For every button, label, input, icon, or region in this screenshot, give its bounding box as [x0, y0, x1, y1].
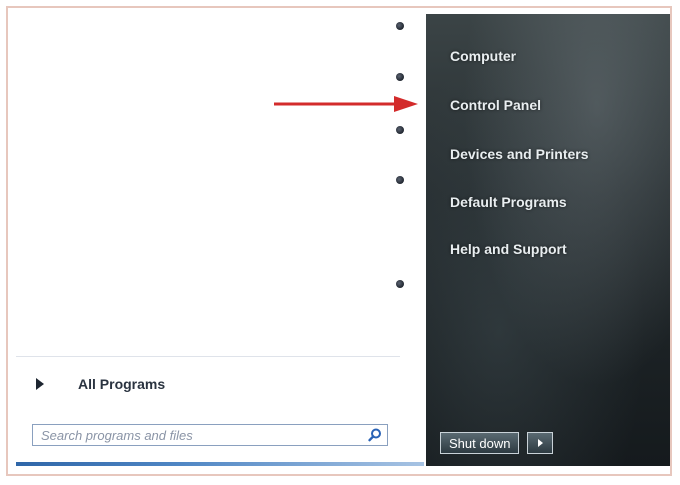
- all-programs-label: All Programs: [78, 376, 166, 392]
- all-programs-button[interactable]: All Programs: [28, 370, 398, 398]
- left-pane-divider: [16, 356, 400, 357]
- start-menu-right-pane: Computer Control Panel Devices and Print…: [426, 14, 670, 466]
- triangle-right-icon: [28, 372, 52, 396]
- arrow-right-icon: [537, 439, 543, 447]
- jump-list-bullet-icon[interactable]: [396, 280, 404, 288]
- jump-list-bullet-icon[interactable]: [396, 126, 404, 134]
- right-item-control-panel[interactable]: Control Panel: [450, 97, 541, 113]
- shutdown-group: Shut down: [440, 432, 554, 454]
- right-item-computer[interactable]: Computer: [450, 48, 516, 64]
- right-item-help-and-support[interactable]: Help and Support: [450, 241, 567, 257]
- shutdown-button[interactable]: Shut down: [440, 432, 520, 454]
- jump-list-bullet-icon[interactable]: [396, 22, 404, 30]
- magnifier-icon[interactable]: [363, 425, 387, 445]
- jump-list-bullet-icon[interactable]: [396, 176, 404, 184]
- search-box[interactable]: [32, 424, 388, 446]
- search-input[interactable]: [33, 426, 363, 444]
- right-item-devices-and-printers[interactable]: Devices and Printers: [450, 146, 589, 162]
- red-arrow-icon: [274, 96, 418, 112]
- shutdown-options-button[interactable]: [527, 432, 554, 454]
- jump-list-bullet-icon[interactable]: [396, 73, 404, 81]
- left-pane-bottom-strip: [16, 462, 424, 466]
- right-item-default-programs[interactable]: Default Programs: [450, 194, 567, 210]
